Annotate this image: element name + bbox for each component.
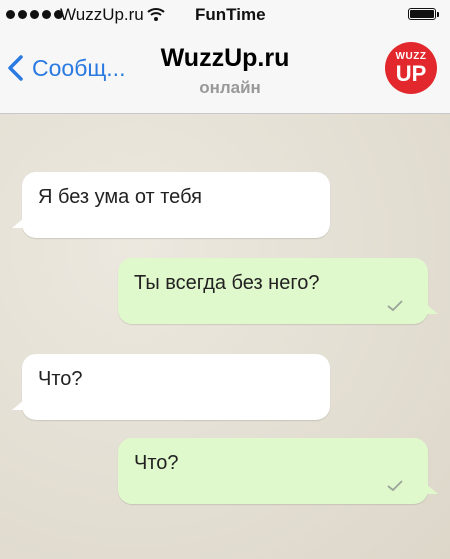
message-text: Ты всегда без него?: [134, 272, 320, 294]
wifi-icon: [147, 8, 165, 21]
contact-status: онлайн: [199, 78, 261, 97]
message-text: Я без ума от тебя: [38, 186, 202, 208]
avatar-logo-text-top: WUZZ: [395, 50, 427, 62]
check-icon: [387, 480, 403, 492]
signal-icon: [6, 10, 63, 19]
chat-area[interactable]: Я без ума от тебя Ты всегда без него? Чт…: [0, 114, 450, 559]
carrier-name: WuzzUp.ru: [60, 5, 144, 24]
status-time: FunTime: [195, 5, 266, 24]
outgoing-message[interactable]: Что?: [118, 438, 438, 504]
avatar[interactable]: WUZZ UP: [385, 42, 437, 94]
message-text: Что?: [38, 368, 83, 390]
outgoing-message[interactable]: Ты всегда без него?: [118, 258, 438, 324]
navigation-bar: Сообщ... WuzzUp.ru онлайн WUZZ UP: [0, 30, 450, 114]
avatar-logo-text-bottom: UP: [395, 60, 427, 86]
check-icon: [387, 300, 403, 312]
incoming-message[interactable]: Я без ума от тебя: [12, 172, 330, 238]
chat-title: WuzzUp.ru: [160, 44, 290, 72]
battery-icon: [408, 8, 439, 20]
message-text: Что?: [134, 452, 179, 474]
status-bar: WuzzUp.ru FunTime: [0, 0, 450, 30]
incoming-message[interactable]: Что?: [12, 354, 330, 420]
